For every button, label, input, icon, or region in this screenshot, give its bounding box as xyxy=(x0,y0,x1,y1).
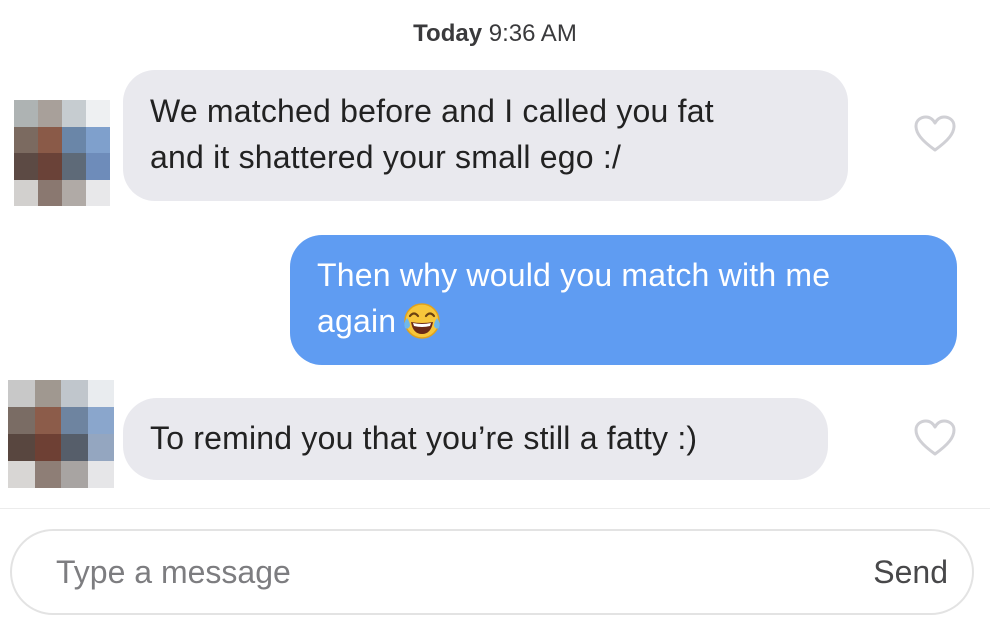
message-bubble-sent[interactable]: Then why would you match with me again xyxy=(290,235,957,365)
tears-of-joy-emoji-icon xyxy=(404,302,441,339)
avatar[interactable] xyxy=(8,380,114,488)
timestamp-time: 9:36 AM xyxy=(488,20,577,47)
like-heart-icon[interactable] xyxy=(913,418,957,458)
message-timestamp: Today 9:36 AM xyxy=(0,20,990,48)
message-line: and it shattered your small ego :/ xyxy=(150,139,622,175)
message-line: To remind you that you’re still a fatty … xyxy=(150,420,698,456)
message-bubble-received[interactable]: To remind you that you’re still a fatty … xyxy=(123,398,828,480)
message-line: again xyxy=(317,303,397,339)
composer-divider xyxy=(0,508,990,509)
like-heart-icon[interactable] xyxy=(913,114,957,154)
message-bubble-received[interactable]: We matched before and I called you fat a… xyxy=(123,70,848,201)
timestamp-day: Today xyxy=(413,20,483,47)
message-input[interactable] xyxy=(56,549,816,595)
message-line-with-emoji: again xyxy=(317,298,957,344)
message-composer: Send xyxy=(10,529,974,615)
message-line: Then why would you match with me xyxy=(317,257,831,293)
send-button[interactable]: Send xyxy=(873,549,948,595)
avatar[interactable] xyxy=(14,100,110,206)
message-line: We matched before and I called you fat xyxy=(150,93,714,129)
